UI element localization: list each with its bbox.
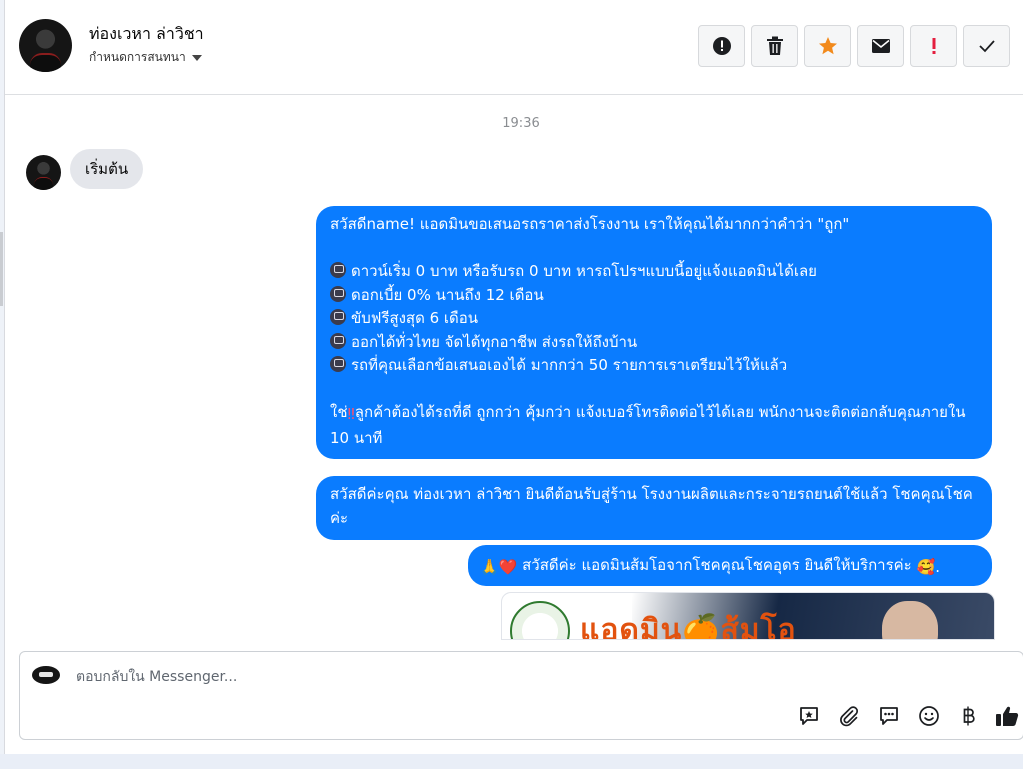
- sender-avatar: [26, 155, 61, 190]
- car-icon: [330, 262, 346, 278]
- image-banner-text: แอดมิน🍊ส้มโอ: [580, 613, 797, 640]
- avatar-figure: [34, 177, 53, 190]
- car-icon: [330, 356, 346, 372]
- bullet-text: ดาวน์เริ่ม 0 บาท หรือรับรถ 0 บาท หารถโปร…: [351, 262, 817, 280]
- dealer-logo-icon: [510, 601, 570, 639]
- saved-reply-icon: [800, 707, 818, 725]
- important-button[interactable]: [910, 25, 957, 67]
- message-bullet: ดอกเบี้ย 0% นานถึง 12 เดือน: [330, 284, 978, 308]
- outgoing-message[interactable]: สวัสดีname! แอดมินขอเสนอรถราคาส่งโรงงาน …: [316, 206, 992, 459]
- attachment-icon: [840, 706, 859, 727]
- exclamation-icon: [932, 38, 935, 54]
- payment-button[interactable]: [957, 704, 981, 728]
- outgoing-message[interactable]: สวัสดีค่ะคุณ ท่องเวหา ล่าวิชา ยินดีต้อนร…: [316, 476, 992, 540]
- message-bullet: รถที่คุณเลือกข้อเสนอเองได้ มากกว่า 50 รา…: [330, 354, 978, 378]
- contact-name[interactable]: ท่องเวหา ล่าวิชา: [89, 22, 204, 47]
- incoming-message[interactable]: เริ่มต้น: [70, 149, 144, 189]
- inbox-conversation-panel: ท่องเวหา ล่าวิชา กำหนดการสนทนา 19:36 เริ…: [4, 0, 1023, 754]
- double-exclamation-icon: ‼: [347, 405, 355, 423]
- mark-unread-button[interactable]: [857, 25, 904, 67]
- emoji-button[interactable]: [917, 704, 941, 728]
- envelope-icon: [871, 39, 890, 53]
- closing-prefix: ใช่: [330, 403, 348, 421]
- bullet-text: ดอกเบี้ย 0% นานถึง 12 เดือน: [351, 285, 544, 304]
- star-button[interactable]: [804, 25, 851, 67]
- star-icon: [818, 37, 837, 55]
- contact-avatar[interactable]: [19, 19, 72, 72]
- car-icon: [330, 285, 346, 302]
- assign-label: กำหนดการสนทนา: [89, 50, 186, 64]
- scroll-indicator[interactable]: [0, 232, 3, 306]
- bullet-text: รถที่คุณเลือกข้อเสนอเองได้ มากกว่า 50 รา…: [351, 356, 788, 374]
- closing-text: ลูกค้าต้องได้รถที่ดี ถูกกว่า คุ้มกว่า แจ…: [330, 403, 966, 447]
- spam-button[interactable]: [698, 25, 745, 67]
- message-timestamp: 19:36: [502, 116, 540, 131]
- conversation-header: ท่องเวหา ล่าวิชา กำหนดการสนทนา: [5, 0, 1023, 95]
- message-text: สวัสดีค่ะคุณ ท่องเวหา ล่าวิชา ยินดีต้อนร…: [330, 485, 973, 527]
- avatar-figure: [30, 53, 61, 72]
- bullet-text: ขับฟรีสูงสุด 6 เดือน: [351, 309, 479, 327]
- pray-heart-icon: 🙏❤️: [480, 558, 518, 576]
- message-bullet: ดาวน์เริ่ม 0 บาท หรือรับรถ 0 บาท หารถโปร…: [330, 260, 978, 284]
- quick-reply-button[interactable]: [877, 704, 901, 728]
- car-icon: [330, 309, 346, 325]
- outgoing-message[interactable]: 🙏❤️ สวัสดีค่ะ แอดมินส้มโอจากโชคคุณโชคอุด…: [468, 545, 992, 586]
- image-attachment[interactable]: แอดมิน🍊ส้มโอ: [501, 592, 995, 640]
- reply-composer: [19, 651, 1023, 740]
- message-text-row: 🙏❤️ สวัสดีค่ะ แอดมินส้มโอจากโชคคุณโชคอุด…: [480, 554, 980, 580]
- page-logo-icon: [32, 666, 60, 684]
- checkmark-icon: [978, 40, 995, 53]
- quick-reply-icon: [880, 707, 898, 725]
- assign-conversation-dropdown[interactable]: กำหนดการสนทนา: [89, 48, 202, 67]
- like-button[interactable]: [995, 704, 1019, 728]
- saved-reply-button[interactable]: [797, 704, 821, 728]
- caret-down-icon: [191, 54, 202, 61]
- bullet-text: ออกได้ทั่วไทย จัดได้ทุกอาชีพ ส่งรถให้ถึง…: [351, 332, 638, 351]
- car-icon: [330, 332, 346, 349]
- message-text: สวัสดีค่ะ แอดมินส้มโอจากโชคคุณโชคอุดร ยิ…: [522, 556, 912, 574]
- like-icon: [996, 706, 1019, 726]
- emoji-icon: [919, 706, 939, 726]
- message-intro: สวัสดีname! แอดมินขอเสนอรถราคาส่งโรงงาน …: [330, 215, 850, 233]
- baht-icon: [963, 706, 975, 726]
- bottom-strip: [0, 754, 1023, 769]
- smiling-hearts-icon: 🥰.: [916, 558, 940, 576]
- reply-input[interactable]: [76, 666, 676, 688]
- attach-button[interactable]: [837, 704, 861, 728]
- trash-icon: [766, 36, 783, 55]
- message-bullet: ออกได้ทั่วไทย จัดได้ทุกอาชีพ ส่งรถให้ถึง…: [330, 331, 978, 355]
- done-button[interactable]: [963, 25, 1010, 67]
- alert-circle-icon: [712, 37, 731, 55]
- delete-button[interactable]: [751, 25, 798, 67]
- message-bullet: ขับฟรีสูงสุด 6 เดือน: [330, 307, 978, 331]
- message-closing: ใช่‼ลูกค้าต้องได้รถที่ดี ถูกกว่า คุ้มกว่…: [330, 401, 978, 450]
